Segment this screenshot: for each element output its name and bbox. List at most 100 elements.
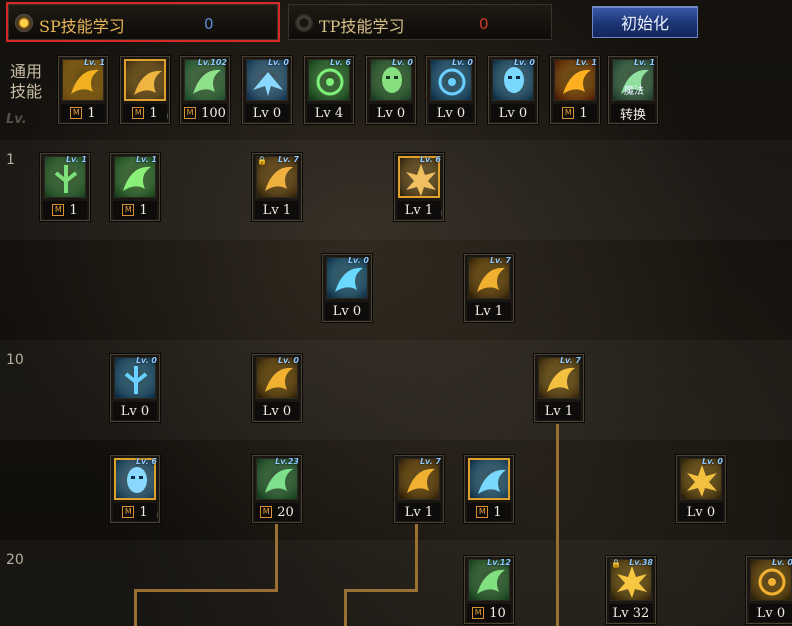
skill-level-display: M 20 xyxy=(255,503,299,521)
skill-level-display: Lv 0 xyxy=(369,104,413,122)
ice-shard-skill-slot[interactable]: M1 xyxy=(464,455,514,523)
claw-skill-slot[interactable]: Lv. 0 Lv 0 xyxy=(252,354,302,422)
skill-level-value: Lv 0 xyxy=(756,605,786,621)
mastery-m-icon: M xyxy=(122,506,135,518)
vortex-skill-slot[interactable]: Lv. 0 Lv 0 xyxy=(746,556,792,624)
beast-skill-slot[interactable]: Lv. 7 Lv 1 xyxy=(534,354,584,422)
skill-level-value: Lv 4 xyxy=(314,105,344,121)
ice-shard-skill-icon xyxy=(468,458,510,500)
skill-level-tag: Lv. 1 xyxy=(633,58,655,67)
spike-skill-slot[interactable]: Lv. 0 Lv 0 xyxy=(676,455,726,523)
green-slash-skill-slot[interactable]: Lv.23 M 20 xyxy=(252,455,302,523)
tree-connector-line xyxy=(134,589,137,626)
skill-level-tag: Lv. 6 xyxy=(135,457,157,466)
skill-level-value: 100 xyxy=(201,105,226,121)
cross-skill-slot[interactable]: Lv. 1 M1 xyxy=(40,153,90,221)
tree-connector-line xyxy=(275,522,278,592)
flame-strike-skill-slot[interactable]: Lv. 7 Lv 1 xyxy=(464,254,514,322)
skill-level-tag: Lv. 6 xyxy=(419,155,441,164)
mastery-m-icon: M xyxy=(476,506,489,518)
skill-level-tag: Lv. 0 xyxy=(391,58,413,67)
tree-connector-line xyxy=(556,424,559,626)
tab-tp-label: TP技能学习 xyxy=(319,17,405,36)
mastery-m-icon: M xyxy=(70,107,83,119)
skill-level-display: Lv 0 xyxy=(113,402,157,420)
skill-level-tag: Lv.102 xyxy=(197,58,227,67)
skill-level-display: M1 xyxy=(61,104,105,122)
skill-level-tag: Lv.23 xyxy=(275,457,299,466)
skill-level-value: Lv 0 xyxy=(686,504,716,520)
crosshair-skill-slot[interactable]: Lv. 6 Lv 4 xyxy=(304,56,354,124)
skill-level-tag: Lv. 7 xyxy=(489,256,511,265)
blue-wave-skill-slot[interactable]: Lv. 0 Lv 0 xyxy=(322,254,372,322)
slash-skill-slot[interactable]: Lv. 7 🔒 Lv 1 xyxy=(252,153,302,221)
rush-skill-slot[interactable]: Lv.102 M 100 xyxy=(180,56,230,124)
mastery-m-icon: M xyxy=(184,107,197,119)
skill-level-tag: Lv. 7 xyxy=(559,356,581,365)
skill-level-value: Lv 0 xyxy=(376,105,406,121)
trident-skill-slot[interactable]: Lv. 0 Lv 0 xyxy=(110,354,160,422)
tp-points-value: 0 xyxy=(479,15,489,33)
lv-watermark: Lv. xyxy=(6,112,27,127)
skill-level-display: M1 xyxy=(113,201,157,219)
mastery-m-icon: M xyxy=(472,607,485,619)
tab-sp-skill-learning[interactable]: SP技能学习 0 xyxy=(6,2,280,42)
skill-level-value: Lv 0 xyxy=(498,105,528,121)
skill-level-display: Lv 1 xyxy=(537,402,581,420)
mask-skill-slot[interactable]: Lv. 6 M1 xyxy=(110,455,160,523)
mastery-m-icon: M xyxy=(562,107,575,119)
skill-level-value: 1 xyxy=(493,504,502,520)
skill-level-display: M 100 xyxy=(183,104,227,122)
skill-level-value: Lv 1 xyxy=(262,202,292,218)
skill-level-display: Lv 1 xyxy=(397,503,441,521)
skill-level-value: Lv 1 xyxy=(404,202,434,218)
skill-level-display: Lv 32 xyxy=(609,604,653,622)
eye-skill-slot[interactable]: Lv. 0 Lv 0 xyxy=(426,56,476,124)
fire-skill-slot[interactable]: Lv. 1 M1 xyxy=(550,56,600,124)
mastery-m-icon: M xyxy=(132,107,145,119)
skill-level-display: Lv 0 xyxy=(429,104,473,122)
kneel-skill-slot[interactable]: M1 xyxy=(120,56,170,124)
skill-level-display: Lv 4 xyxy=(307,104,351,122)
row-label-level: 20 xyxy=(6,552,24,568)
skill-level-display: Lv 0 xyxy=(245,104,289,122)
skill-level-tag: Lv. 0 xyxy=(277,356,299,365)
skill-level-value: 转换 xyxy=(619,107,646,123)
skill-level-tag: Lv. 7 xyxy=(419,457,441,466)
skill-level-display: M 10 xyxy=(467,604,511,622)
tree-connector-line xyxy=(415,522,418,592)
tab-tp-skill-learning[interactable]: TP技能学习 0 xyxy=(288,4,552,40)
skill-level-value: Lv 1 xyxy=(544,403,574,419)
skill-level-value: Lv 0 xyxy=(332,303,362,319)
magic-convert-skill-slot[interactable]: 魔法 Lv. 1 转换 xyxy=(608,56,658,124)
skill-level-tag: Lv. 7 xyxy=(277,155,299,164)
stun-skill-slot[interactable]: Lv. 1 M1 xyxy=(58,56,108,124)
radio-unselected-icon xyxy=(295,14,313,32)
bow-skill-slot[interactable]: Lv.12 M 10 xyxy=(464,556,514,624)
ghost-skill-slot[interactable]: Lv. 0 Lv 0 xyxy=(366,56,416,124)
burst-skill-slot[interactable]: Lv. 6 Lv 1 xyxy=(394,153,444,221)
skill-level-value: Lv 0 xyxy=(436,105,466,121)
skill-level-tag: Lv. 1 xyxy=(83,58,105,67)
skill-level-display: M1 xyxy=(553,104,597,122)
skill-level-value: 1 xyxy=(139,202,148,218)
explosion-skill-slot[interactable]: Lv.38 🔒 Lv 32 xyxy=(606,556,656,624)
basic-skill-slot[interactable]: Lv. 1 M1 xyxy=(110,153,160,221)
skill-level-value: 1 xyxy=(87,105,96,121)
skill-level-value: 1 xyxy=(69,202,78,218)
skill-level-tag: Lv. 6 xyxy=(329,58,351,67)
lock-icon: 🔒 xyxy=(257,156,267,165)
sp-points-value: 0 xyxy=(204,15,214,33)
skill-level-value: Lv 1 xyxy=(404,504,434,520)
wings-skill-slot[interactable]: Lv. 0 Lv 0 xyxy=(242,56,292,124)
skill-level-display: M1 xyxy=(123,104,167,122)
tree-connector-line xyxy=(134,589,278,592)
skill-level-value: Lv 1 xyxy=(474,303,504,319)
fang-skill-slot[interactable]: Lv. 7 Lv 1 xyxy=(394,455,444,523)
skill-level-display: Lv 0 xyxy=(255,402,299,420)
skill-level-tag: Lv. 1 xyxy=(575,58,597,67)
armor-skill-slot[interactable]: Lv. 0 Lv 0 xyxy=(488,56,538,124)
initialize-button[interactable]: 初始化 xyxy=(592,6,698,38)
skill-level-display: M1 xyxy=(43,201,87,219)
skill-level-tag: Lv. 0 xyxy=(451,58,473,67)
